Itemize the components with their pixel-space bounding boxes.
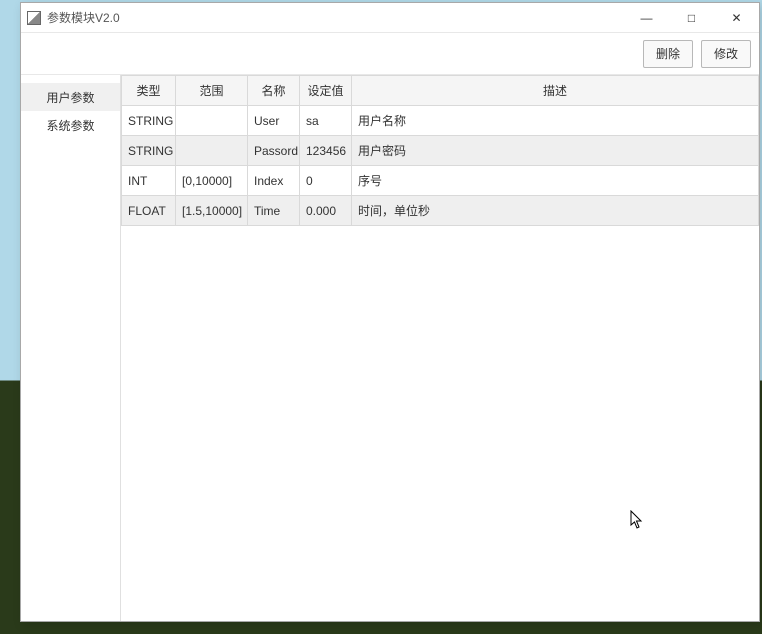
table-row[interactable]: FLOAT [1.5,10000] Time 0.000 时间，单位秒 <box>122 196 759 226</box>
table-row[interactable]: STRING User sa 用户名称 <box>122 106 759 136</box>
cell-value: sa <box>300 106 352 136</box>
header-desc[interactable]: 描述 <box>352 76 759 106</box>
close-icon: ✕ <box>731 11 741 25</box>
header-value[interactable]: 设定值 <box>300 76 352 106</box>
maximize-button[interactable]: □ <box>669 3 714 33</box>
close-button[interactable]: ✕ <box>714 3 759 33</box>
titlebar: 参数模块V2.0 — □ ✕ <box>21 3 759 33</box>
minimize-button[interactable]: — <box>624 3 669 33</box>
cell-desc: 用户密码 <box>352 136 759 166</box>
sidebar-item-system-params[interactable]: 系统参数 <box>21 111 120 139</box>
cell-range: [1.5,10000] <box>176 196 248 226</box>
delete-button[interactable]: 删除 <box>643 40 693 68</box>
app-icon <box>27 11 41 25</box>
cell-type: INT <box>122 166 176 196</box>
edit-button[interactable]: 修改 <box>701 40 751 68</box>
table-header-row: 类型 范围 名称 设定值 描述 <box>122 76 759 106</box>
cell-range: [0,10000] <box>176 166 248 196</box>
header-name[interactable]: 名称 <box>248 76 300 106</box>
header-type[interactable]: 类型 <box>122 76 176 106</box>
cell-desc: 时间，单位秒 <box>352 196 759 226</box>
cell-value: 123456 <box>300 136 352 166</box>
cell-name: User <box>248 106 300 136</box>
minimize-icon: — <box>641 11 653 25</box>
cell-name: Passord <box>248 136 300 166</box>
app-window: 参数模块V2.0 — □ ✕ 删除 修改 用户参数 系统参数 类型 <box>20 2 760 622</box>
table-row[interactable]: INT [0,10000] Index 0 序号 <box>122 166 759 196</box>
cell-type: STRING <box>122 106 176 136</box>
main-panel: 类型 范围 名称 设定值 描述 STRING User sa 用户名称 <box>121 75 759 621</box>
cell-desc: 用户名称 <box>352 106 759 136</box>
toolbar: 删除 修改 <box>21 33 759 75</box>
cell-type: FLOAT <box>122 196 176 226</box>
cell-name: Index <box>248 166 300 196</box>
window-title: 参数模块V2.0 <box>47 9 120 26</box>
cell-type: STRING <box>122 136 176 166</box>
sidebar: 用户参数 系统参数 <box>21 75 121 621</box>
header-range[interactable]: 范围 <box>176 76 248 106</box>
sidebar-item-label: 用户参数 <box>46 89 94 106</box>
cell-range <box>176 136 248 166</box>
sidebar-item-label: 系统参数 <box>46 117 94 134</box>
table-row[interactable]: STRING Passord 123456 用户密码 <box>122 136 759 166</box>
sidebar-item-user-params[interactable]: 用户参数 <box>21 83 120 111</box>
cell-range <box>176 106 248 136</box>
maximize-icon: □ <box>688 11 695 25</box>
cell-name: Time <box>248 196 300 226</box>
cell-value: 0 <box>300 166 352 196</box>
cell-value: 0.000 <box>300 196 352 226</box>
params-table: 类型 范围 名称 设定值 描述 STRING User sa 用户名称 <box>121 75 759 226</box>
content-area: 用户参数 系统参数 类型 范围 名称 设定值 描述 <box>21 75 759 621</box>
cell-desc: 序号 <box>352 166 759 196</box>
